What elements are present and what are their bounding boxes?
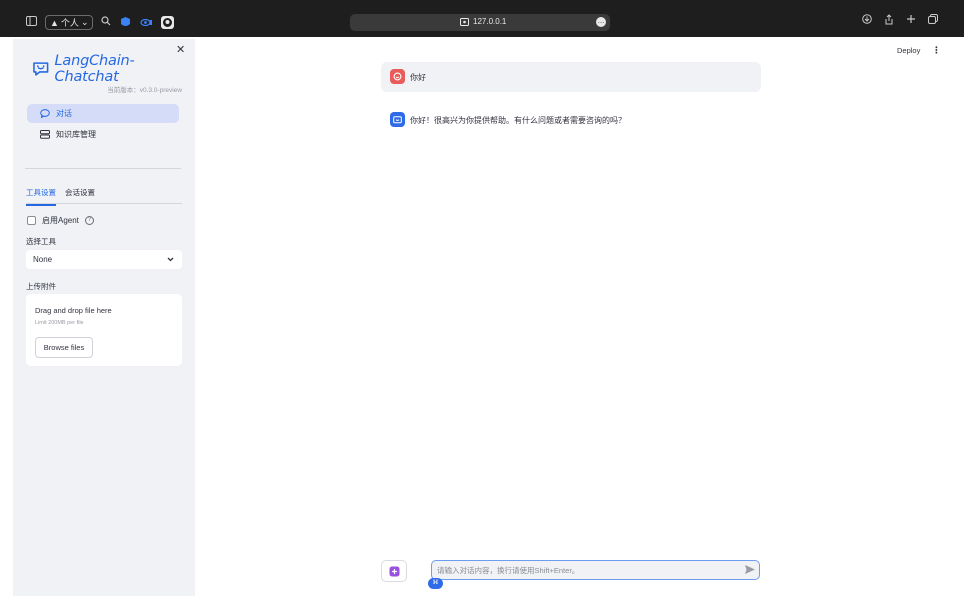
attach-button[interactable]: [381, 560, 407, 582]
file-dropzone[interactable]: Drag and drop file here Limit 200MB per …: [26, 294, 182, 366]
url-display: 127.0.0.1: [460, 17, 506, 26]
nav-item-label: 对话: [56, 109, 72, 118]
plugin-icon: [389, 566, 399, 576]
assistant-avatar-icon: [390, 112, 405, 127]
chevron-down-icon: [167, 257, 174, 262]
profile-switcher[interactable]: ▲ 个人 ⌄: [45, 15, 94, 30]
select-tool-value: None: [33, 255, 53, 264]
assistant-message-text: 你好！很高兴为你提供帮助。有什么问题或者需要咨询的吗？: [410, 116, 626, 125]
download-icon[interactable]: [862, 14, 872, 28]
chat-bubble-icon: [40, 109, 50, 118]
search-icon[interactable]: [101, 16, 111, 29]
send-icon[interactable]: [744, 564, 756, 575]
chat-input-placeholder: 请输入对话内容，换行请使用Shift+Enter。: [437, 565, 580, 575]
tab-overview-icon[interactable]: [928, 14, 938, 28]
browse-files-button[interactable]: Browse files: [35, 337, 93, 358]
tab-icon: [460, 17, 469, 26]
nav-item-knowledge-base[interactable]: 知识库管理: [27, 125, 179, 144]
dropzone-subtitle: Limit 200MB per file: [35, 320, 84, 326]
new-tab-icon[interactable]: [906, 14, 916, 28]
share-icon[interactable]: [884, 14, 894, 28]
chevron-down-icon: ⌄: [80, 17, 89, 27]
person-icon: ▲: [50, 17, 59, 28]
sidebar-divider: [25, 168, 181, 169]
address-bar[interactable]: 127.0.0.1 …: [350, 14, 610, 31]
sidebar: ✕ LangChain-Chatchat 当前版本：v0.3.0-preview…: [13, 39, 195, 596]
app-logo: LangChain-Chatchat: [32, 53, 195, 85]
extension-eye-icon[interactable]: [140, 16, 153, 29]
extension-shield-icon[interactable]: [119, 16, 133, 29]
nav-item-chat[interactable]: 对话: [27, 104, 179, 123]
deploy-button[interactable]: Deploy: [897, 46, 920, 55]
user-message-text: 你好: [410, 73, 426, 82]
enable-agent-row: 启用Agent ?: [27, 215, 94, 226]
nav-item-label: 知识库管理: [56, 130, 96, 139]
version-label: 当前版本：v0.3.0-preview: [107, 87, 182, 94]
chat-logo-icon: [33, 62, 49, 76]
sidebar-toggle-icon[interactable]: [26, 16, 37, 29]
user-message: [381, 62, 761, 92]
tabs-underline: [26, 203, 182, 204]
enable-agent-checkbox[interactable]: [27, 216, 36, 225]
user-avatar-icon: [390, 69, 405, 84]
profile-label: 个人: [60, 18, 79, 28]
browser-left-controls: ▲ 个人 ⌄: [26, 15, 175, 30]
url-text: 127.0.0.1: [473, 17, 507, 26]
main-menu-icon[interactable]: ⋮: [932, 45, 941, 56]
floating-badge-icon[interactable]: ⌘: [428, 578, 443, 589]
database-icon: [40, 130, 50, 139]
browser-chrome: ▲ 个人 ⌄ 127.0.0.1 …: [0, 0, 964, 37]
select-tool-label: 选择工具: [26, 237, 56, 246]
upload-label: 上传附件: [26, 282, 56, 291]
chat-input[interactable]: 请输入对话内容，换行请使用Shift+Enter。: [431, 560, 760, 580]
browser-right-controls: [862, 14, 938, 28]
more-options-icon[interactable]: …: [596, 17, 606, 27]
enable-agent-label: 启用Agent: [42, 216, 79, 225]
select-tool-dropdown[interactable]: None: [26, 250, 182, 269]
github-icon[interactable]: [161, 16, 175, 29]
dropzone-title: Drag and drop file here: [35, 306, 112, 315]
logo-text: LangChain-Chatchat: [54, 53, 135, 85]
help-icon[interactable]: ?: [84, 216, 94, 225]
